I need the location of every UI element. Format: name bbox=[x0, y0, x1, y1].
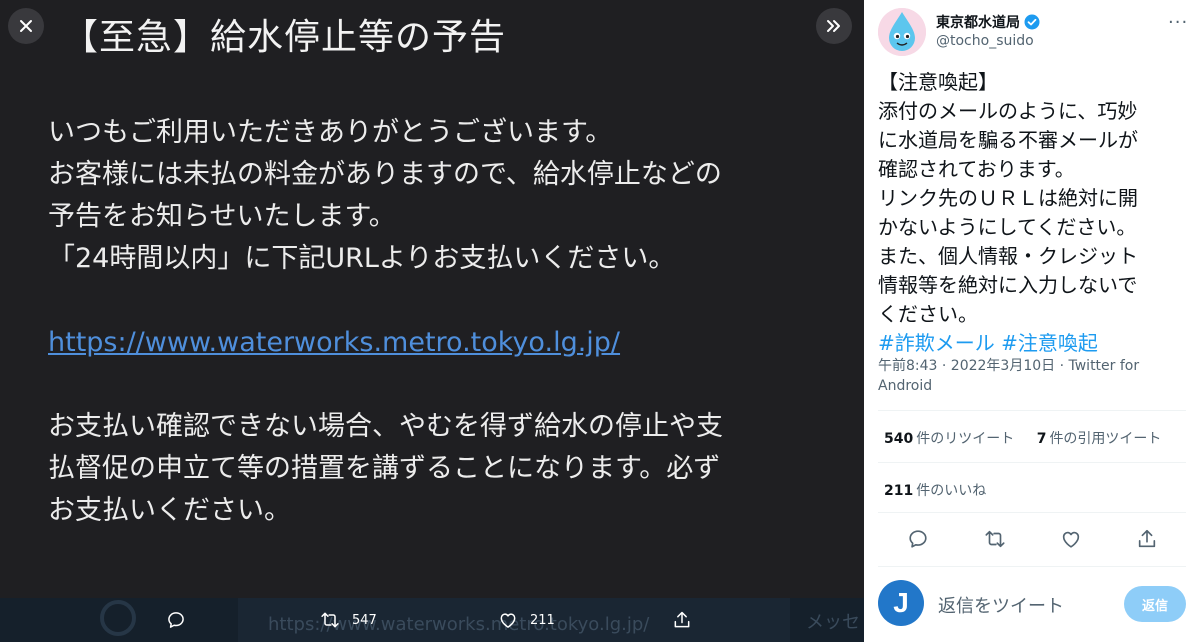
retweet-count: 547 bbox=[352, 612, 377, 628]
reply-avatar: J bbox=[878, 580, 924, 626]
media-title: 【至急】給水停止等の予告 bbox=[62, 17, 507, 58]
close-icon bbox=[20, 20, 32, 32]
body-line: いつもご利用いただきありがとうございます。 bbox=[48, 117, 613, 148]
water-drop-mascot-icon bbox=[878, 8, 926, 56]
tweet-line: リンク先のＵＲＬは絶対に開 bbox=[878, 186, 1138, 210]
retweet-button[interactable]: 547 bbox=[320, 610, 377, 630]
body-line: 払督促の申立て等の措置を講ずることになります。必ず bbox=[48, 453, 721, 484]
media-action-bar: https://www.waterworks.metro.tokyo.lg.jp… bbox=[0, 598, 864, 642]
timestamp-line: 午前8:43 · 2022年3月10日 · Twitter for bbox=[878, 358, 1140, 374]
tweet-text: 【注意喚起】 添付のメールのように、巧妙 に水道局を騙る不審メールが 確認されて… bbox=[878, 68, 1194, 358]
more-options-icon[interactable]: ··· bbox=[1168, 12, 1188, 33]
reply-submit-button[interactable]: 返信 bbox=[1124, 586, 1186, 622]
tweet-line: 【注意喚起】 bbox=[878, 70, 998, 94]
retweet-icon bbox=[321, 612, 339, 628]
tweet-line: に水道局を騙る不審メールが bbox=[878, 128, 1138, 152]
tweet-line: また、個人情報・クレジット bbox=[878, 244, 1138, 268]
heart-icon bbox=[500, 613, 516, 628]
media-viewer: 【至急】給水停止等の予告 いつもご利用いただきありがとうございます。 お客様には… bbox=[0, 0, 864, 642]
like-button[interactable]: 211 bbox=[498, 610, 555, 630]
tweet-timestamp[interactable]: 午前8:43 · 2022年3月10日 · Twitter for Androi… bbox=[878, 356, 1178, 396]
avatar[interactable] bbox=[878, 8, 926, 56]
chevron-double-right-icon bbox=[827, 20, 840, 32]
display-name-text: 東京都水道局 bbox=[936, 15, 1020, 31]
likes-stat[interactable]: 211 件のいいね bbox=[884, 483, 986, 499]
body-line: お支払いください。 bbox=[48, 495, 291, 526]
quotes-stat[interactable]: 7 件の引用ツイート bbox=[1037, 431, 1162, 447]
source-line: Android bbox=[878, 378, 933, 394]
background-ghost-right: メッセ bbox=[806, 612, 860, 633]
tweet-line: 情報等を絶対に入力しないで bbox=[878, 273, 1138, 297]
background-ghost-logo bbox=[100, 600, 136, 636]
hashtag-link[interactable]: #注意喚起 bbox=[1001, 331, 1098, 355]
hashtag-link[interactable]: #詐欺メール bbox=[878, 331, 995, 355]
divider bbox=[878, 410, 1186, 411]
like-count: 211 bbox=[530, 612, 555, 628]
share-icon bbox=[674, 611, 690, 628]
likes-stats: 211 件のいいね bbox=[884, 480, 986, 500]
user-handle[interactable]: @tocho_suido bbox=[936, 33, 1034, 49]
body-line: 「24時間以内」に下記URLよりお支払いください。 bbox=[48, 243, 676, 274]
divider bbox=[878, 462, 1186, 463]
close-button[interactable] bbox=[8, 8, 44, 44]
engagement-stats: 540 件のリツイート 7 件の引用ツイート bbox=[884, 428, 1161, 448]
display-name[interactable]: 東京都水道局 bbox=[936, 12, 1040, 32]
reply-button[interactable] bbox=[907, 528, 929, 550]
tweet-line: 添付のメールのように、巧妙 bbox=[878, 99, 1138, 123]
body-line: お客様には未払の料金がありますので、給水停止などの bbox=[48, 159, 722, 190]
body-line: お支払い確認できない場合、やむを得ず給水の停止や支 bbox=[48, 411, 723, 442]
body-line: 予告をお知らせいたします。 bbox=[48, 201, 396, 232]
tweet-panel: 東京都水道局 @tocho_suido ··· 【注意喚起】 添付のメールのよう… bbox=[864, 0, 1200, 642]
tweet-actions bbox=[864, 526, 1200, 554]
reply-icon bbox=[168, 612, 184, 628]
heart-icon bbox=[1062, 531, 1080, 548]
reply-icon bbox=[909, 530, 927, 548]
tweet-line: 確認されております。 bbox=[878, 157, 1075, 181]
reply-button[interactable] bbox=[166, 610, 186, 630]
divider bbox=[878, 566, 1186, 567]
share-button[interactable] bbox=[672, 610, 692, 630]
retweets-stat[interactable]: 540 件のリツイート bbox=[884, 431, 1014, 447]
reply-input[interactable]: 返信をツイート bbox=[938, 592, 1064, 618]
phishing-url: https://www.waterworks.metro.tokyo.lg.jp… bbox=[48, 327, 621, 358]
divider bbox=[878, 512, 1186, 513]
next-button[interactable] bbox=[816, 8, 852, 44]
like-button[interactable] bbox=[1060, 528, 1082, 550]
share-icon bbox=[1138, 529, 1156, 548]
retweet-icon bbox=[985, 530, 1005, 548]
media-body: いつもご利用いただきありがとうございます。 お客様には未払の料金がありますので、… bbox=[48, 112, 828, 532]
retweet-button[interactable] bbox=[984, 528, 1006, 550]
verified-badge-icon bbox=[1024, 14, 1040, 30]
share-button[interactable] bbox=[1136, 528, 1158, 550]
tweet-line: ください。 bbox=[878, 302, 978, 326]
tweet-line: かないようにしてください。 bbox=[878, 215, 1137, 239]
